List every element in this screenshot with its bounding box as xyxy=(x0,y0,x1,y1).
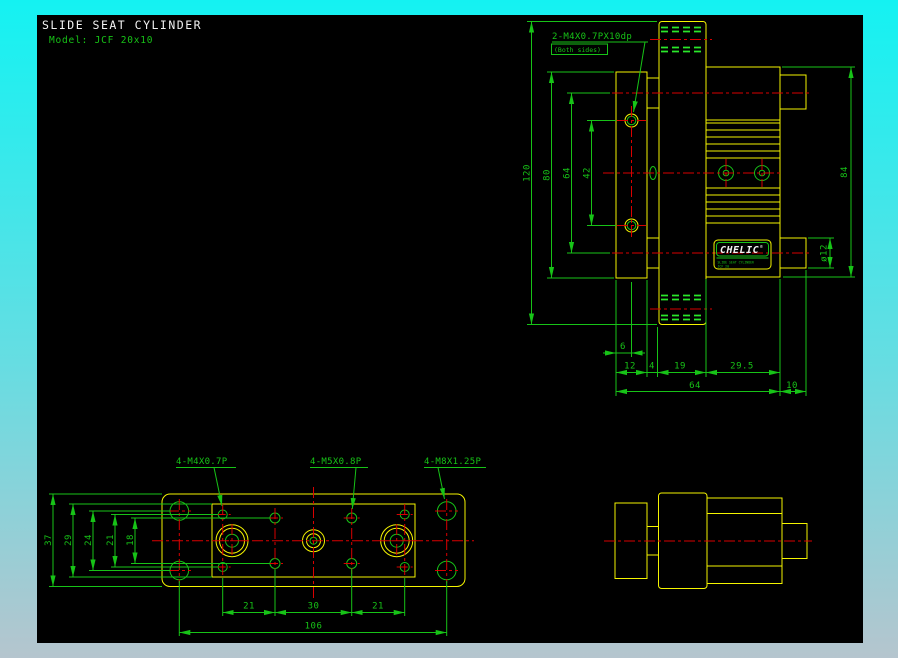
page-title: SLIDE SEAT CYLINDER xyxy=(42,18,202,32)
dim-21: 21 xyxy=(106,534,116,546)
dim-30: 30 xyxy=(308,602,320,612)
dim-24: 24 xyxy=(84,534,94,546)
dim-4: 4 xyxy=(649,362,655,372)
dim-21b: 21 xyxy=(372,602,384,612)
brand-name: CHELIC xyxy=(720,245,759,256)
dim-12: 12 xyxy=(624,362,636,372)
dim-84: 84 xyxy=(840,166,850,178)
dim-120: 120 xyxy=(523,164,533,182)
dim-10: 10 xyxy=(786,381,798,391)
callout-m5: 4-M5X0.8P xyxy=(310,457,362,467)
dim-29: 29 xyxy=(64,534,74,546)
dim-rod-dia: ø12 xyxy=(820,244,830,262)
dim-37: 37 xyxy=(44,534,54,546)
dim-19: 19 xyxy=(674,362,686,372)
dim-29-5: 29.5 xyxy=(730,362,754,372)
dim-106: 106 xyxy=(305,622,323,632)
dim-6: 6 xyxy=(620,342,626,352)
dim-64b: 64 xyxy=(689,381,701,391)
dim-42: 42 xyxy=(583,167,593,179)
callout-m8: 4-M8X1.25P xyxy=(424,457,481,467)
cad-drawing: SLIDE SEAT CYLINDER Model: JCF 20x10 2-M… xyxy=(0,0,898,658)
dim-21a: 21 xyxy=(243,602,255,612)
model-label: Model: JCF 20x10 xyxy=(49,35,153,46)
dim-64: 64 xyxy=(563,167,573,179)
dim-80: 80 xyxy=(543,169,553,181)
cad-viewport: SLIDE SEAT CYLINDER Model: JCF 20x10 2-M… xyxy=(0,0,898,658)
callout-m4: 4-M4X0.7P xyxy=(176,457,228,467)
brand-line2: JCF 20 xyxy=(718,265,730,269)
drawing-canvas xyxy=(37,15,863,643)
brand-mark: ® xyxy=(760,244,763,250)
thread-note-text: 2-M4X0.7PX10dp xyxy=(552,32,632,42)
dim-18: 18 xyxy=(126,534,136,546)
thread-note-sub: (Both sides) xyxy=(554,46,601,54)
